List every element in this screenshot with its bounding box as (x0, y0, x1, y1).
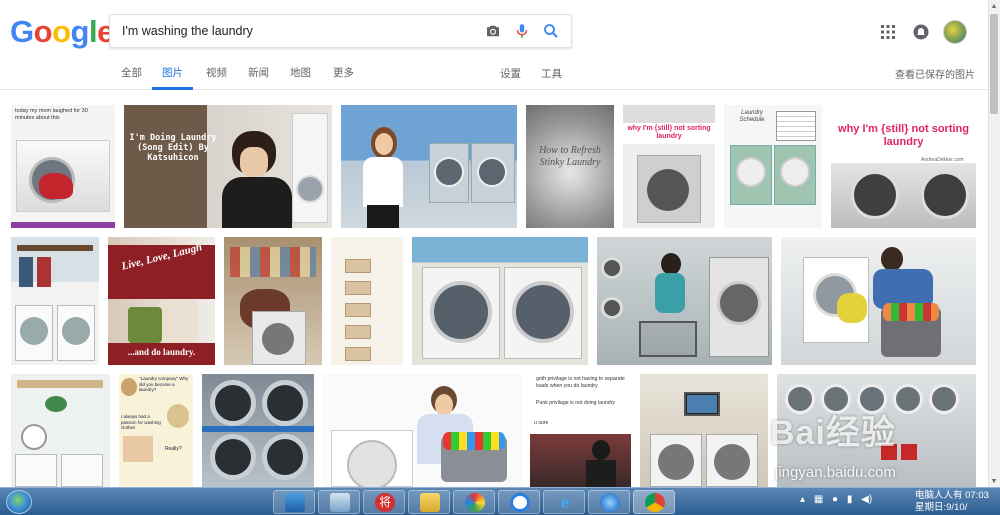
paint-icon (465, 493, 485, 512)
wechat-icon[interactable]: ● (832, 494, 838, 505)
tile-caption: "Laundry company" Why did you become a l… (139, 376, 189, 393)
logo-letter: g (70, 14, 90, 49)
header: Google 全部 图片 视频 新闻 地图 更多 设置 工具 查看已保存的图片 (0, 0, 988, 90)
system-tray[interactable]: ▴ ▦ ● ▮ ◀) (800, 494, 872, 505)
tab-maps[interactable]: 地图 (290, 66, 311, 90)
taskbar: 将 e ▴ ▦ ● ▮ ◀) 电脑人人有 07:03 星期日:9/10/ (0, 487, 1000, 515)
clock-date: 星期日:9/10/ (915, 502, 968, 513)
image-result[interactable] (640, 374, 768, 487)
tab-videos[interactable]: 视频 (206, 66, 227, 90)
image-result[interactable] (781, 237, 976, 365)
image-result[interactable] (341, 105, 517, 228)
chrome-icon (645, 493, 665, 512)
tile-caption: goth privilage is not having to separate… (536, 376, 625, 389)
scroll-up-arrow-icon[interactable]: ▲ (990, 3, 998, 11)
tile-caption: why I'm {still} not sorting laundry (838, 123, 969, 149)
tab-more[interactable]: 更多 (333, 66, 354, 90)
start-button[interactable] (6, 490, 32, 514)
tab-news[interactable]: 新闻 (248, 66, 269, 90)
logo-letter: G (10, 14, 34, 49)
image-result[interactable] (11, 237, 99, 365)
logo-letter: l (88, 14, 98, 49)
scrollbar-thumb[interactable] (990, 14, 998, 114)
tile-caption: I always had a passion for washing cloth… (121, 414, 161, 431)
tile-caption: Really? (165, 446, 182, 452)
image-result[interactable] (331, 237, 403, 365)
chess-app-icon: 将 (375, 493, 395, 512)
washer-image (16, 140, 110, 212)
tile-caption: why I'm {still} not sorting laundry (623, 123, 715, 144)
taskbar-chrome[interactable] (633, 490, 675, 514)
image-result[interactable]: goth privilage is not having to separate… (530, 374, 631, 487)
clock[interactable]: 电脑人人有 07:03 星期日:9/10/ (915, 490, 995, 514)
folder-icon (420, 493, 440, 512)
tile-caption: ...and do laundry. (127, 347, 196, 357)
notifications-icon[interactable] (913, 24, 929, 40)
apps-grid-icon[interactable] (881, 25, 895, 39)
image-result[interactable] (412, 237, 588, 365)
image-result[interactable]: "Laundry company" Why did you become a l… (119, 374, 193, 487)
tile-caption: today my mom laughed for 30 minutes abou… (15, 108, 88, 122)
control-panel-icon (330, 493, 350, 512)
taskbar-desktop[interactable] (273, 490, 315, 514)
taskbar-folder[interactable] (408, 490, 450, 514)
image-result[interactable]: why I'm {still} not sorting laundry Andr… (831, 105, 976, 228)
taskbar-sogou[interactable] (498, 490, 540, 514)
volume-icon[interactable]: ◀) (861, 494, 872, 505)
network-icon[interactable]: ▮ (847, 494, 853, 505)
tools-link[interactable]: 工具 (541, 66, 562, 81)
saved-images-link[interactable]: 查看已保存的图片 (895, 66, 975, 81)
taskbar-settings[interactable] (588, 490, 630, 514)
image-result[interactable] (11, 374, 110, 487)
logo-letter: o (33, 14, 53, 49)
tile-caption: I'm Doing Laundry (Song Edit) By Katsuhi… (129, 133, 217, 164)
gear-icon (600, 493, 620, 512)
taskbar-chess-app[interactable]: 将 (363, 490, 405, 514)
tile-caption: Punk privilage is not doing laundry (536, 400, 616, 406)
logo-letter: o (52, 14, 71, 49)
image-result[interactable]: why I'm {still} not sorting laundry (623, 105, 715, 228)
tab-all[interactable]: 全部 (121, 66, 142, 90)
tile-caption: u sure (534, 420, 549, 426)
tray-expand-icon[interactable]: ▴ (800, 494, 805, 505)
image-result[interactable]: Live, Love, Laugh ...and do laundry. (108, 237, 215, 365)
baidu-watermark: Bai经验 (770, 414, 896, 452)
input-method-icon[interactable]: ▦ (814, 494, 823, 505)
image-result[interactable]: I'm Doing Laundry (Song Edit) By Katsuhi… (124, 105, 332, 228)
camera-icon[interactable] (484, 22, 502, 40)
avatar[interactable] (943, 20, 967, 44)
image-result[interactable] (224, 237, 322, 365)
search-icon[interactable] (542, 22, 560, 40)
search-input[interactable] (120, 15, 470, 47)
microphone-icon[interactable] (513, 22, 531, 40)
desktop-icon (285, 493, 305, 512)
clock-time: 电脑人人有 07:03 (915, 490, 989, 501)
sogou-icon (510, 493, 530, 512)
image-result[interactable]: today my mom laughed for 30 minutes abou… (11, 105, 115, 228)
watermark-url: jingyan.baidu.com (775, 464, 896, 481)
taskbar-paint[interactable] (453, 490, 495, 514)
search-box[interactable] (109, 14, 572, 48)
tile-caption: Laundry Schedule (739, 110, 765, 124)
image-result[interactable] (323, 374, 523, 487)
taskbar-control-panel[interactable] (318, 490, 360, 514)
tile-caption: How to Refresh Stinky Laundry (539, 145, 601, 168)
internet-explorer-icon: e (561, 492, 569, 512)
image-result[interactable]: How to Refresh Stinky Laundry (526, 105, 614, 228)
image-result[interactable]: Laundry Schedule (724, 105, 822, 228)
settings-link[interactable]: 设置 (500, 66, 521, 81)
google-logo[interactable]: Google (10, 14, 114, 50)
tab-images[interactable]: 图片 (152, 66, 193, 90)
scroll-down-arrow-icon[interactable]: ▼ (990, 478, 998, 486)
image-result[interactable] (202, 374, 314, 487)
image-result[interactable] (597, 237, 772, 365)
taskbar-ie[interactable]: e (543, 490, 585, 514)
